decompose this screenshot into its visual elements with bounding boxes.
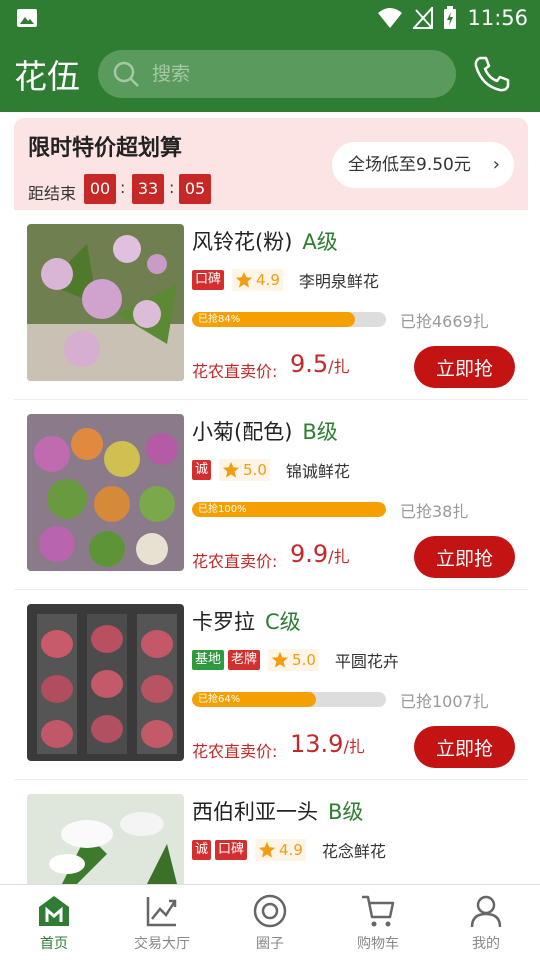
product-name: 卡罗拉 C级 [192, 610, 301, 634]
shop-name: 花念鲜花 [321, 842, 386, 861]
star-icon [222, 461, 240, 478]
product-photo-chrysanthemum [27, 414, 184, 571]
product-tags: 诚 口碑 4.9 花念鲜花 [192, 838, 386, 862]
profile-icon [470, 895, 502, 928]
rating: 4.9 [232, 269, 283, 291]
battery-charging-icon [444, 6, 457, 29]
sold-progress-bar: 已抢100% [192, 502, 386, 517]
sold-count: 已抢38扎 [400, 502, 469, 521]
countdown-label: 距结束 [28, 184, 77, 203]
countdown-separator: : [169, 178, 175, 197]
tab-cart[interactable]: 购物车 [324, 885, 432, 960]
star-icon [235, 271, 253, 288]
product-card[interactable]: 小菊(配色) B级 诚 5.0 锦诚鲜花 已抢100% 已抢38扎 花农直卖价: … [14, 400, 528, 590]
lowest-price-button[interactable]: 全场低至9.50元 › [332, 142, 514, 188]
sold-count: 已抢1007扎 [400, 692, 489, 711]
app-bar: 花伍 [0, 36, 540, 112]
cart-icon [362, 895, 395, 927]
flash-sale-banner: 限时特价超划算 距结束 00 : 33 : 05 全场低至9.50元 › [14, 118, 528, 210]
flash-sale-title: 限时特价超划算 [28, 136, 183, 161]
search-input[interactable] [152, 50, 442, 98]
status-bar: 11:56 [0, 0, 540, 36]
tag-badge: 基地 [192, 650, 225, 670]
price: 9.9/扎 [290, 540, 350, 568]
progress-text: 已抢64% [198, 694, 241, 705]
product-grade: B级 [328, 800, 364, 824]
price-label: 花农直卖价: [192, 552, 278, 571]
price-label: 花农直卖价: [192, 742, 278, 761]
tag-badge: 口碑 [215, 840, 248, 860]
product-photo-carola-rose [27, 604, 184, 761]
progress-text: 已抢84% [198, 314, 241, 325]
search-icon [113, 61, 139, 87]
product-name: 西伯利亚一头 B级 [192, 800, 364, 824]
product-photo-bellflower [27, 224, 184, 381]
search-bar[interactable] [98, 50, 456, 98]
product-name: 小菊(配色) B级 [192, 420, 338, 444]
price: 9.5/扎 [290, 350, 350, 378]
image-notification-icon [17, 9, 37, 27]
product-card[interactable]: 西伯利亚一头 B级 诚 口碑 4.9 花念鲜花 [14, 780, 528, 884]
buy-now-button[interactable]: 立即抢 [414, 346, 515, 388]
sold-progress-bar: 已抢64% [192, 692, 386, 707]
countdown-hours: 00 [84, 174, 116, 204]
shop-name: 锦诚鲜花 [285, 462, 350, 481]
trade-hall-icon [146, 897, 177, 927]
countdown-separator: : [120, 178, 126, 197]
tab-home[interactable]: 首页 [0, 885, 108, 960]
star-icon [271, 651, 289, 668]
rating: 5.0 [219, 459, 270, 481]
product-photo-lily [27, 794, 184, 884]
wifi-icon [378, 8, 403, 28]
lowest-price-label: 全场低至9.50元 [348, 155, 471, 175]
app-logo: 花伍 [14, 57, 80, 96]
rating: 5.0 [268, 649, 319, 671]
product-name: 风铃花(粉) A级 [192, 230, 338, 254]
sold-count: 已抢4669扎 [400, 312, 489, 331]
product-grade: A级 [302, 230, 338, 254]
product-tags: 口碑 4.9 李明泉鲜花 [192, 268, 379, 292]
product-grade: C级 [265, 610, 301, 634]
sold-progress-bar: 已抢84% [192, 312, 386, 327]
progress-text: 已抢100% [198, 504, 247, 515]
star-icon [258, 841, 276, 858]
clock: 11:56 [467, 6, 528, 30]
product-card[interactable]: 风铃花(粉) A级 口碑 4.9 李明泉鲜花 已抢84% 已抢4669扎 花农直卖… [14, 210, 528, 400]
shop-name: 李明泉鲜花 [298, 272, 379, 291]
price-label: 花农直卖价: [192, 362, 278, 381]
price: 13.9/扎 [290, 730, 365, 758]
tab-profile[interactable]: 我的 [432, 885, 540, 960]
phone-icon[interactable] [472, 54, 512, 94]
countdown-minutes: 33 [132, 174, 164, 204]
product-card[interactable]: 卡罗拉 C级 基地 老牌 5.0 平圆花卉 已抢64% 已抢1007扎 花农直卖价… [14, 590, 528, 780]
tag-badge: 老牌 [228, 650, 261, 670]
tag-badge: 诚 [192, 460, 212, 480]
product-tags: 基地 老牌 5.0 平圆花卉 [192, 648, 399, 672]
no-signal-icon [413, 7, 434, 29]
tab-trade-hall[interactable]: 交易大厅 [108, 885, 216, 960]
shop-name: 平圆花卉 [334, 652, 399, 671]
rating: 4.9 [255, 839, 306, 861]
buy-now-button[interactable]: 立即抢 [414, 536, 515, 578]
product-grade: B级 [302, 420, 338, 444]
tag-badge: 诚 [192, 840, 212, 860]
buy-now-button[interactable]: 立即抢 [414, 726, 515, 768]
home-icon [39, 896, 69, 926]
product-tags: 诚 5.0 锦诚鲜花 [192, 458, 350, 482]
tab-circle[interactable]: 圈子 [216, 885, 324, 960]
tag-badge: 口碑 [192, 270, 225, 290]
countdown-seconds: 05 [179, 174, 211, 204]
product-list[interactable]: 风铃花(粉) A级 口碑 4.9 李明泉鲜花 已抢84% 已抢4669扎 花农直卖… [14, 210, 528, 884]
circle-icon [253, 894, 287, 928]
bottom-tab-bar: 首页 交易大厅 圈子 购物车 我的 [0, 884, 540, 960]
chevron-right-icon: › [492, 154, 500, 175]
